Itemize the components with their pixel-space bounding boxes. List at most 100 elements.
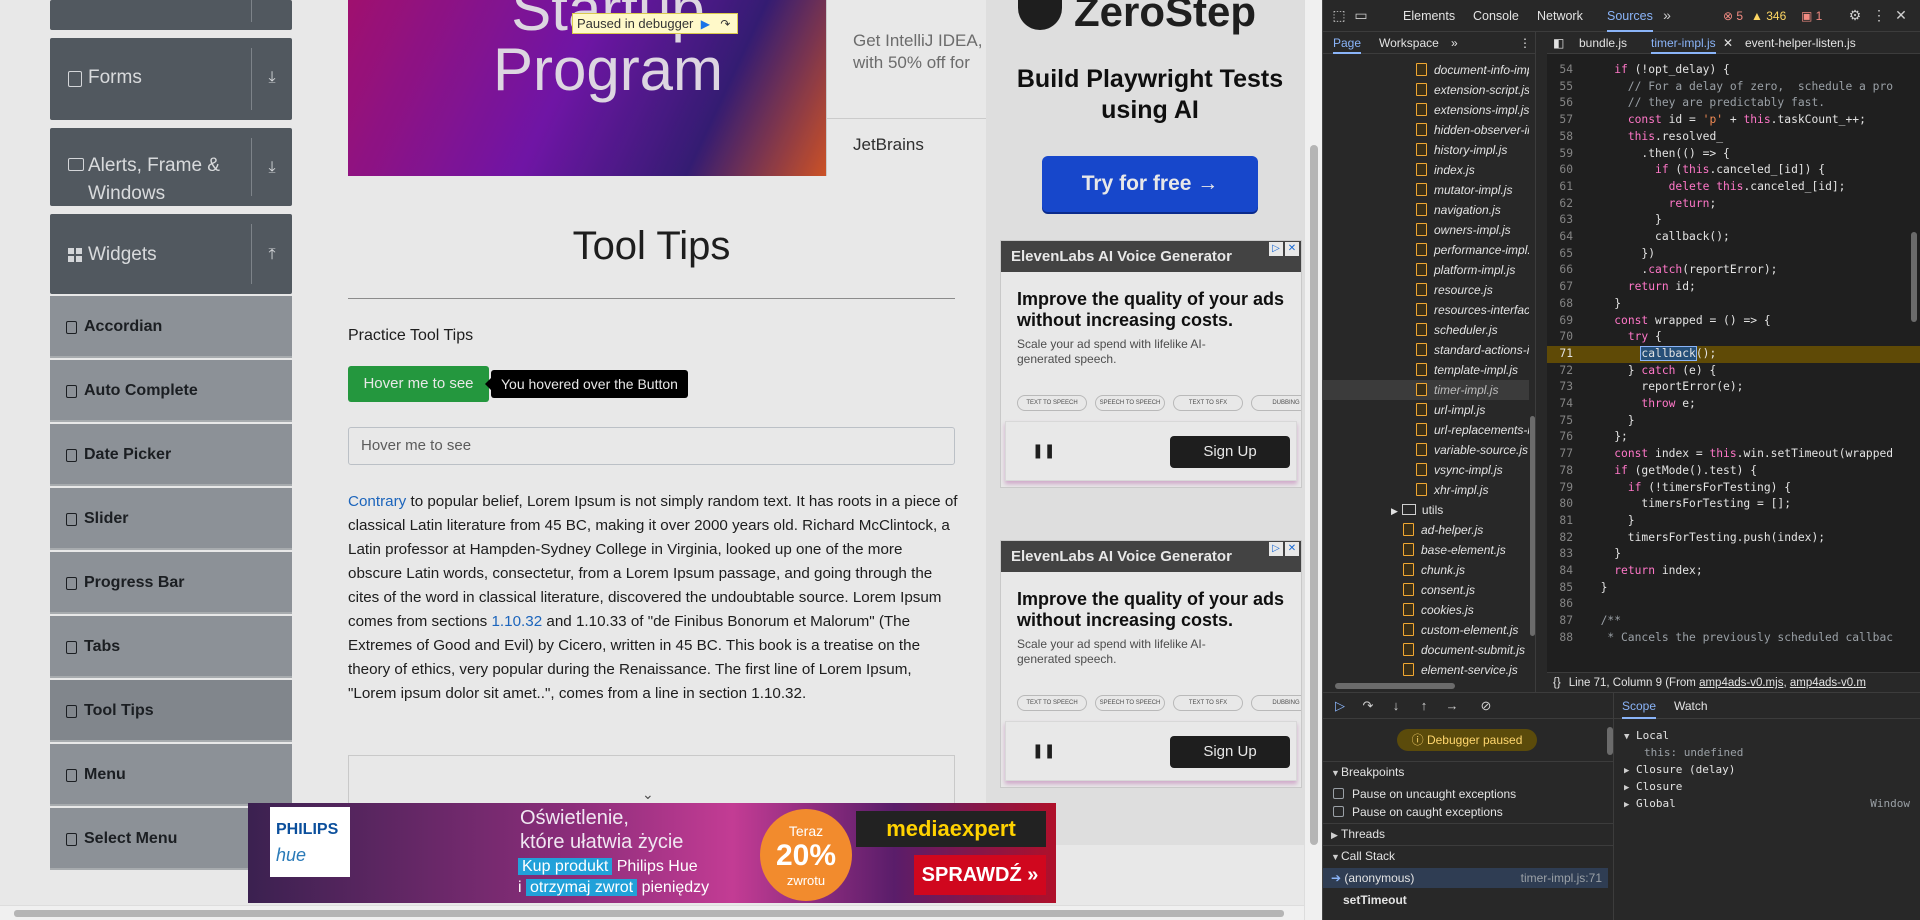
scope-closure[interactable]: ▶ Closure [1624, 778, 1914, 795]
code-line[interactable]: 54 if (!opt_delay) { [1547, 62, 1920, 79]
vertical-scrollbar[interactable] [1529, 56, 1536, 686]
sidebar-group-alerts[interactable]: Alerts, Frame & Windows ⤓ [50, 128, 292, 206]
close-icon[interactable]: ✕ [1285, 542, 1299, 556]
toggle-navigator-icon[interactable]: ◧ [1553, 32, 1564, 54]
file-item[interactable]: url-impl.js [1323, 400, 1529, 420]
call-frame[interactable]: ➔ (anonymous) timer-impl.js:71 [1323, 868, 1608, 888]
file-item[interactable]: element-service.js [1323, 660, 1529, 680]
upload-icon[interactable]: ⤒ [262, 245, 282, 265]
step-over-icon[interactable]: ↷ [1359, 698, 1377, 714]
code-line[interactable]: 82 timersForTesting.push(index); [1547, 530, 1920, 547]
breakpoints-section[interactable]: ▼Breakpoints [1323, 761, 1613, 781]
step-over-icon[interactable]: ↷ [717, 17, 733, 31]
close-icon[interactable]: ✕ [1285, 242, 1299, 256]
line-number[interactable]: 85 [1547, 580, 1587, 597]
line-number[interactable]: 68 [1547, 296, 1587, 313]
sidebar-item-menu[interactable]: Menu [50, 744, 292, 806]
line-number[interactable]: 55 [1547, 79, 1587, 96]
sidebar-item-tabs[interactable]: Tabs [50, 616, 292, 678]
sidebar-item-tool-tips[interactable]: Tool Tips [50, 680, 292, 742]
line-number[interactable]: 59 [1547, 146, 1587, 163]
line-number[interactable]: 61 [1547, 179, 1587, 196]
code-line[interactable]: 62 return; [1547, 196, 1920, 213]
file-item[interactable]: variable-source.js [1323, 440, 1529, 460]
line-number[interactable]: 79 [1547, 480, 1587, 497]
code-line[interactable]: 74 throw e; [1547, 396, 1920, 413]
line-number[interactable]: 60 [1547, 162, 1587, 179]
tab-elements[interactable]: Elements [1403, 0, 1455, 32]
pause-uncaught-checkbox[interactable]: Pause on uncaught exceptions [1333, 785, 1516, 803]
editor-tab-bundle[interactable]: bundle.js [1579, 32, 1627, 54]
threads-section[interactable]: ▶ Threads [1323, 823, 1613, 843]
line-number[interactable]: 54 [1547, 62, 1587, 79]
sidebar-item-progress-bar[interactable]: Progress Bar [50, 552, 292, 614]
line-number[interactable]: 73 [1547, 379, 1587, 396]
line-number[interactable]: 75 [1547, 413, 1587, 430]
sidebar-group-forms[interactable]: Forms ⤓ [50, 38, 292, 120]
call-stack-section[interactable]: ▼Call Stack [1323, 845, 1613, 865]
scope-closure-delay[interactable]: ▶ Closure (delay) [1624, 761, 1914, 778]
elevenlabs-ad[interactable]: ElevenLabs AI Voice Generator ▷ ✕ Improv… [1000, 540, 1302, 788]
code-line[interactable]: 63 } [1547, 212, 1920, 229]
code-line[interactable]: 85 } [1547, 580, 1920, 597]
line-number[interactable]: 83 [1547, 546, 1587, 563]
jetbrains-ad-side[interactable]: Get IntelliJ IDEA, with 50% off for JetB… [826, 0, 987, 176]
scrollbar-thumb[interactable] [1530, 416, 1535, 636]
hover-button[interactable]: Hover me to see [348, 366, 489, 402]
close-tab-icon[interactable]: ✕ [1723, 32, 1733, 54]
code-line[interactable]: 55 // For a delay of zero, schedule a pr… [1547, 79, 1920, 96]
line-number[interactable]: 84 [1547, 563, 1587, 580]
kebab-menu-icon[interactable]: ⋮ [1519, 32, 1531, 54]
line-number[interactable]: 82 [1547, 530, 1587, 547]
line-number[interactable]: 64 [1547, 229, 1587, 246]
step-icon[interactable]: → [1443, 698, 1461, 714]
line-number[interactable]: 80 [1547, 496, 1587, 513]
file-item[interactable]: index.js [1323, 160, 1529, 180]
file-item[interactable]: mutator-impl.js [1323, 180, 1529, 200]
pause-icon[interactable]: ❚❚ [1032, 442, 1055, 459]
code-line[interactable]: 80 timersForTesting = []; [1547, 496, 1920, 513]
step-into-icon[interactable]: ↓ [1387, 698, 1405, 714]
issue-count[interactable]: ▣ 1 [1801, 8, 1822, 24]
code-line[interactable]: 78 if (getMode().test) { [1547, 463, 1920, 480]
file-item[interactable]: extension-script.js [1323, 80, 1529, 100]
download-icon[interactable]: ⤓ [262, 158, 282, 178]
code-line[interactable]: 69 const wrapped = () => { [1547, 313, 1920, 330]
file-item[interactable]: standard-actions-impl.js [1323, 340, 1529, 360]
editor-tab-event-helper[interactable]: event-helper-listen.js [1745, 32, 1856, 54]
more-tabs-icon[interactable]: » [1659, 7, 1675, 23]
file-item[interactable]: document-submit.js [1323, 640, 1529, 660]
horizontal-scrollbar[interactable] [1323, 680, 1529, 692]
code-line[interactable]: 57 const id = 'p' + this.taskCount_++; [1547, 112, 1920, 129]
checkbox[interactable] [1333, 788, 1344, 799]
error-count[interactable]: ⊗ 5 [1723, 8, 1743, 24]
frame-location[interactable]: timer-impl.js:71 [1521, 868, 1602, 888]
code-line[interactable]: 75 } [1547, 413, 1920, 430]
code-line[interactable]: 61 delete this.canceled_[id]; [1547, 179, 1920, 196]
code-line[interactable]: 88 * Cancels the previously scheduled ca… [1547, 630, 1920, 647]
inspect-icon[interactable]: ⬚ [1331, 7, 1347, 23]
line-number[interactable]: 81 [1547, 513, 1587, 530]
line-number[interactable]: 77 [1547, 446, 1587, 463]
code-line[interactable]: 70 try { [1547, 329, 1920, 346]
pause-icon[interactable]: ❚❚ [1032, 742, 1055, 759]
line-number[interactable]: 87 [1547, 613, 1587, 630]
vertical-scrollbar[interactable] [1304, 0, 1322, 920]
code-line[interactable]: 72 } catch (e) { [1547, 363, 1920, 380]
scrollbar-thumb[interactable] [1911, 232, 1917, 322]
source-map-link[interactable]: amp4ads-v0.m [1790, 677, 1866, 689]
checkbox[interactable] [1333, 806, 1344, 817]
file-item[interactable]: scheduler.js [1323, 320, 1529, 340]
try-for-free-button[interactable]: Try for free → [1042, 156, 1258, 212]
line-number[interactable]: 72 [1547, 363, 1587, 380]
line-number[interactable]: 76 [1547, 429, 1587, 446]
file-item[interactable]: custom-element.js [1323, 620, 1529, 640]
line-number[interactable]: 65 [1547, 246, 1587, 263]
file-item[interactable]: platform-impl.js [1323, 260, 1529, 280]
tab-scope[interactable]: Scope [1622, 693, 1657, 719]
folder-item[interactable]: ▶ utils [1323, 500, 1529, 520]
file-item[interactable]: consent.js [1323, 580, 1529, 600]
line-number[interactable]: 62 [1547, 196, 1587, 213]
code-line[interactable]: 58 this.resolved_ [1547, 129, 1920, 146]
code-line[interactable]: 65 }) [1547, 246, 1920, 263]
